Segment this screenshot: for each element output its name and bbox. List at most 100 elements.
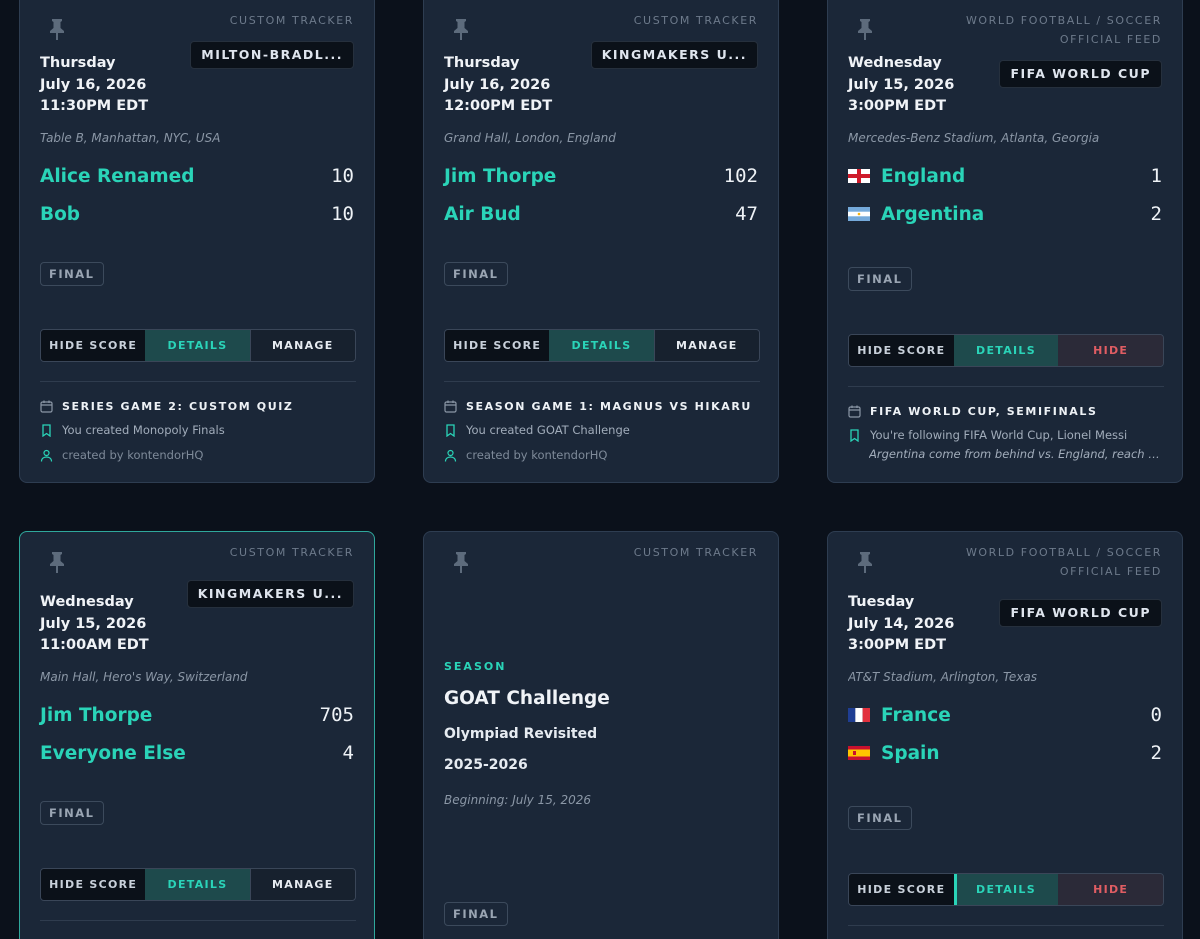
team-name[interactable]: Jim Thorpe xyxy=(444,166,556,187)
card-actions: HIDE SCORE DETAILS HIDE xyxy=(848,334,1164,367)
ownership-text[interactable]: You created Monopoly Finals xyxy=(62,423,225,437)
game-card[interactable]: CUSTOM TRACKER KINGMAKERS U... Wednesday… xyxy=(19,531,375,939)
game-card[interactable]: WORLD FOOTBALL / SOCCER OFFICIAL FEED FI… xyxy=(827,0,1183,483)
argentina-flag-icon xyxy=(848,207,870,221)
event-location: Main Hall, Hero's Way, Switzerland xyxy=(40,670,248,684)
following-text[interactable]: You're following FIFA World Cup, Lionel … xyxy=(870,428,1127,442)
pin-icon[interactable] xyxy=(856,17,874,41)
status-badge: FINAL xyxy=(40,801,104,825)
source-tag: WORLD FOOTBALL / SOCCER OFFICIAL FEED xyxy=(932,544,1162,581)
season-card[interactable]: CUSTOM TRACKER SEASON GOAT Challenge Oly… xyxy=(423,531,779,939)
event-datetime: Wednesday July 15, 2026 3:00PM EDT xyxy=(848,53,1048,118)
calendar-icon xyxy=(40,400,53,413)
season-title[interactable]: GOAT Challenge xyxy=(444,688,610,709)
game-card[interactable]: WORLD FOOTBALL / SOCCER OFFICIAL FEED FI… xyxy=(827,531,1183,939)
bookmark-icon xyxy=(40,423,53,437)
bookmark-icon xyxy=(444,423,457,437)
pin-icon[interactable] xyxy=(452,17,470,41)
following-row: You're following FIFA World Cup, Lionel … xyxy=(848,426,1162,444)
season-years: 2025-2026 xyxy=(444,757,528,773)
calendar-icon xyxy=(848,405,861,418)
team-name[interactable]: Everyone Else xyxy=(40,743,186,764)
team-score: 2 xyxy=(1150,203,1162,225)
team-row: Jim Thorpe 705 xyxy=(40,702,354,728)
team-row: Alice Renamed 10 xyxy=(40,163,354,189)
hide-score-button[interactable]: HIDE SCORE xyxy=(41,330,146,361)
event-date: July 16, 2026 xyxy=(40,76,147,93)
status-badge: FINAL xyxy=(848,267,912,291)
calendar-icon xyxy=(444,400,457,413)
team-name[interactable]: Jim Thorpe xyxy=(40,705,152,726)
game-summary[interactable]: Argentina come from behind vs. England, … xyxy=(869,447,1169,461)
series-title[interactable]: SEASON GAME 1: MAGNUS VS HIKARU xyxy=(466,400,752,413)
team-score: 4 xyxy=(342,742,354,764)
team-name[interactable]: Air Bud xyxy=(444,204,521,225)
event-location: Grand Hall, London, England xyxy=(444,131,616,145)
game-cards-grid: CUSTOM TRACKER MILTON-BRADL... Thursday … xyxy=(0,0,1200,939)
event-time: 11:30PM EDT xyxy=(40,98,149,114)
series-title[interactable]: FIFA WORLD CUP, SEMIFINALS xyxy=(870,405,1098,418)
status-badge: FINAL xyxy=(40,262,104,286)
source-tag-line: OFFICIAL FEED xyxy=(1059,32,1162,46)
team-name[interactable]: Argentina xyxy=(881,204,984,225)
series-row: SERIES GAME 2: CUSTOM QUIZ xyxy=(40,397,354,415)
event-location: Mercedes-Benz Stadium, Atlanta, Georgia xyxy=(848,131,1100,145)
pin-icon[interactable] xyxy=(452,550,470,574)
team-name[interactable]: England xyxy=(881,166,965,187)
ownership-row: You created GOAT Challenge xyxy=(444,421,758,439)
status-badge: FINAL xyxy=(444,262,508,286)
team-name[interactable]: Bob xyxy=(40,204,80,225)
ownership-text[interactable]: You created GOAT Challenge xyxy=(466,423,630,437)
hide-button[interactable]: HIDE xyxy=(1058,335,1163,366)
series-row: FIFA WORLD CUP, SEMIFINALS xyxy=(848,402,1162,420)
team-score: 2 xyxy=(1150,742,1162,764)
hide-button[interactable]: HIDE xyxy=(1058,874,1163,905)
event-datetime: Thursday July 16, 2026 11:30PM EDT xyxy=(40,53,240,118)
details-button[interactable]: DETAILS xyxy=(549,330,654,361)
bookmark-icon xyxy=(848,428,861,442)
user-icon xyxy=(444,449,457,462)
event-datetime: Wednesday July 15, 2026 11:00AM EDT xyxy=(40,592,240,657)
card-actions: HIDE SCORE DETAILS HIDE xyxy=(848,873,1164,906)
team-name[interactable]: Alice Renamed xyxy=(40,166,194,187)
hide-score-button[interactable]: HIDE SCORE xyxy=(849,874,954,905)
source-tag-line: WORLD FOOTBALL / SOCCER xyxy=(965,546,1162,559)
team-row: Spain 2 xyxy=(848,740,1162,766)
details-button[interactable]: DETAILS xyxy=(145,330,250,361)
divider xyxy=(848,925,1164,926)
event-weekday: Thursday xyxy=(40,55,116,71)
pin-icon[interactable] xyxy=(48,17,66,41)
team-row: Bob 10 xyxy=(40,201,354,227)
event-time: 3:00PM EDT xyxy=(848,98,947,114)
card-actions: HIDE SCORE DETAILS MANAGE xyxy=(40,868,356,901)
divider xyxy=(848,386,1164,387)
series-title[interactable]: SERIES GAME 2: CUSTOM QUIZ xyxy=(62,400,294,413)
source-tag: CUSTOM TRACKER xyxy=(229,14,354,27)
team-name[interactable]: France xyxy=(881,705,951,726)
pin-icon[interactable] xyxy=(856,550,874,574)
details-button[interactable]: DETAILS xyxy=(953,335,1059,366)
details-button[interactable]: DETAILS xyxy=(953,874,1059,905)
pin-icon[interactable] xyxy=(48,550,66,574)
details-button[interactable]: DETAILS xyxy=(145,869,250,900)
team-score: 705 xyxy=(319,704,354,726)
manage-button[interactable]: MANAGE xyxy=(249,869,355,900)
hide-score-button[interactable]: HIDE SCORE xyxy=(445,330,550,361)
season-label: SEASON xyxy=(444,660,507,673)
event-weekday: Wednesday xyxy=(40,594,134,610)
season-beginning: Beginning: July 15, 2026 xyxy=(444,793,592,807)
manage-button[interactable]: MANAGE xyxy=(653,330,759,361)
event-time: 3:00PM EDT xyxy=(848,637,947,653)
source-tag: CUSTOM TRACKER xyxy=(633,546,758,559)
team-score: 10 xyxy=(331,165,354,187)
user-icon xyxy=(40,449,53,462)
hide-score-button[interactable]: HIDE SCORE xyxy=(849,335,954,366)
source-tag: CUSTOM TRACKER xyxy=(633,14,758,27)
team-name[interactable]: Spain xyxy=(881,743,940,764)
divider xyxy=(40,381,356,382)
event-time: 12:00PM EDT xyxy=(444,98,553,114)
game-card[interactable]: CUSTOM TRACKER MILTON-BRADL... Thursday … xyxy=(19,0,375,483)
game-card[interactable]: CUSTOM TRACKER KINGMAKERS U... Thursday … xyxy=(423,0,779,483)
manage-button[interactable]: MANAGE xyxy=(249,330,355,361)
hide-score-button[interactable]: HIDE SCORE xyxy=(41,869,146,900)
